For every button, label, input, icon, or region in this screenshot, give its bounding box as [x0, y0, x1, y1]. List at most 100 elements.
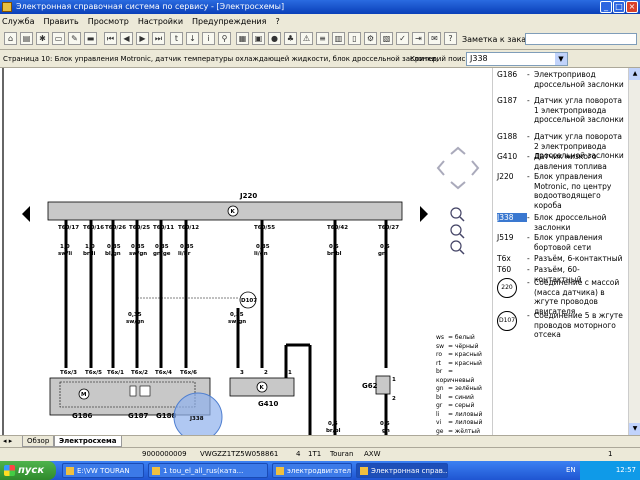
color-code: ws — [436, 334, 445, 341]
maximize-button[interactable]: □ — [613, 1, 625, 13]
motor-symbol: M — [81, 392, 86, 398]
task-elsa[interactable]: Электронная справ... — [356, 463, 448, 478]
zoom-icon[interactable] — [450, 224, 465, 239]
menu-service[interactable]: Служба — [2, 17, 34, 26]
mail-icon[interactable]: ✉ — [428, 32, 441, 45]
export-icon[interactable]: ⇥ — [412, 32, 425, 45]
tab-nav-icon[interactable]: ◂ ▸ — [3, 437, 12, 445]
scroll-right-arrow-icon[interactable] — [420, 206, 428, 222]
g62-block[interactable] — [375, 375, 391, 395]
wiring-diagram[interactable]: J220 K T60/17 T60/16 T60/26 T60/25 T60/11 T60… — [0, 68, 492, 435]
legend-description: Электропривод дроссельной заслонки — [534, 70, 624, 89]
chart-icon[interactable]: ▧ — [380, 32, 393, 45]
nav-pad-icon[interactable] — [436, 146, 480, 190]
prev-page-icon[interactable]: ◀ — [120, 32, 133, 45]
task-image[interactable]: электродвигатель пр... — [272, 463, 352, 478]
text-icon[interactable]: t — [170, 32, 183, 45]
tool-icon[interactable]: ✎ — [68, 32, 81, 45]
gear-icon[interactable]: ⚙ — [364, 32, 377, 45]
wire-color-label: li/br — [178, 251, 191, 257]
color-legend-row: rt = красный — [436, 360, 492, 369]
scroll-down-icon[interactable]: ▼ — [629, 423, 640, 435]
menu-view[interactable]: Просмотр — [88, 17, 129, 26]
color-legend-row: vi = лиловый — [436, 419, 492, 428]
settings-icon[interactable]: ✱ — [36, 32, 49, 45]
wire-size-label: 1,0 — [60, 244, 70, 250]
color-code: ro — [436, 351, 443, 358]
pin-bottom-label: T6x/6 — [180, 370, 197, 376]
pin-g410-label: 1 — [288, 370, 292, 376]
print-icon[interactable]: ▤ — [20, 32, 33, 45]
check-icon[interactable]: ✓ — [396, 32, 409, 45]
help-icon[interactable]: ? — [444, 32, 457, 45]
color-name: = чёрный — [448, 342, 479, 350]
j338-label: J338 — [189, 416, 204, 422]
wire-color-label: br/bl — [327, 251, 342, 257]
download-icon[interactable]: ↓ — [186, 32, 199, 45]
diagram-icon[interactable]: ▦ — [236, 32, 249, 45]
table-icon[interactable]: ▥ — [332, 32, 345, 45]
legend-dash: - — [527, 213, 530, 222]
menu-warnings[interactable]: Предупреждения — [192, 17, 266, 26]
color-legend-row: li = лиловый — [436, 411, 492, 420]
start-button[interactable]: пуск — [0, 461, 56, 480]
menu-help[interactable]: ? — [275, 17, 279, 26]
zoom-in-icon[interactable] — [450, 207, 465, 222]
close-button[interactable]: × — [626, 1, 638, 13]
task-pdf[interactable]: 1 tou_el_all_rus(ката... — [148, 463, 268, 478]
j338-highlight[interactable] — [173, 392, 223, 435]
criteria-select[interactable]: J338 ▼ — [466, 52, 568, 66]
legend-code: G187 — [497, 96, 518, 105]
j220-block[interactable] — [47, 201, 403, 221]
pin-top-label: T60/27 — [378, 225, 399, 231]
scroll-up-icon[interactable]: ▲ — [629, 68, 640, 80]
pin-top-label: T60/11 — [153, 225, 174, 231]
list-icon[interactable]: ≡ — [316, 32, 329, 45]
task-explorer[interactable]: E:\VW TOURAN — [62, 463, 144, 478]
menu-edit[interactable]: Править — [43, 17, 78, 26]
book-icon[interactable]: ▯ — [348, 32, 361, 45]
status-engine: 1T1 — [308, 450, 322, 458]
document-icon[interactable]: ▭ — [52, 32, 65, 45]
vertical-scrollbar[interactable]: ▲ ▼ — [628, 68, 640, 435]
stop-icon[interactable]: ● — [268, 32, 281, 45]
folder-icon — [66, 467, 74, 475]
color-legend-row: br = коричневый — [436, 368, 492, 385]
pin-bottom-label: T6x/4 — [155, 370, 172, 376]
pin-bottom-label: T6x/5 — [85, 370, 102, 376]
first-page-icon[interactable]: ⏮ — [104, 32, 117, 45]
info-icon[interactable]: i — [202, 32, 215, 45]
start-label: пуск — [18, 465, 45, 476]
language-indicator[interactable]: EN — [566, 466, 576, 474]
status-model: Touran — [330, 450, 354, 458]
scroll-left-arrow-icon[interactable] — [22, 206, 30, 222]
color-legend-row: sw = чёрный — [436, 343, 492, 352]
color-name: = жёлтый — [448, 427, 480, 435]
color-legend-row: ro = красный — [436, 351, 492, 360]
home-icon[interactable]: ⌂ — [4, 32, 17, 45]
search-icon[interactable]: ⚲ — [218, 32, 231, 45]
menu-settings[interactable]: Настройки — [138, 17, 183, 26]
status-order: 9000000009 — [142, 450, 187, 458]
status-page: 1 — [608, 450, 613, 458]
pin-g410-label: 3 — [240, 370, 244, 376]
photo-icon[interactable]: ▣ — [252, 32, 265, 45]
pin-bottom-label: T6x/2 — [131, 370, 148, 376]
note-input[interactable] — [525, 33, 637, 45]
next-page-icon[interactable]: ▶ — [136, 32, 149, 45]
tree-icon[interactable]: ♣ — [284, 32, 297, 45]
tab-wiring[interactable]: Электросхема — [54, 436, 122, 447]
tab-overview[interactable]: Обзор — [22, 436, 55, 447]
pin-top-label: T60/55 — [254, 225, 275, 231]
zoom-out-icon[interactable] — [450, 240, 465, 255]
system-tray: 12:57 — [580, 461, 640, 480]
minimize-button[interactable]: _ — [600, 1, 612, 13]
warning-icon[interactable]: ⚠ — [300, 32, 313, 45]
car-icon[interactable]: ▬ — [84, 32, 97, 45]
status-gearbox: AXW — [364, 450, 381, 458]
last-page-icon[interactable]: ⏭ — [152, 32, 165, 45]
junction-wire-size: 0,35 — [230, 312, 244, 318]
chevron-down-icon[interactable]: ▼ — [555, 53, 567, 65]
color-code: li — [436, 410, 440, 418]
criteria-value: J338 — [470, 54, 488, 63]
